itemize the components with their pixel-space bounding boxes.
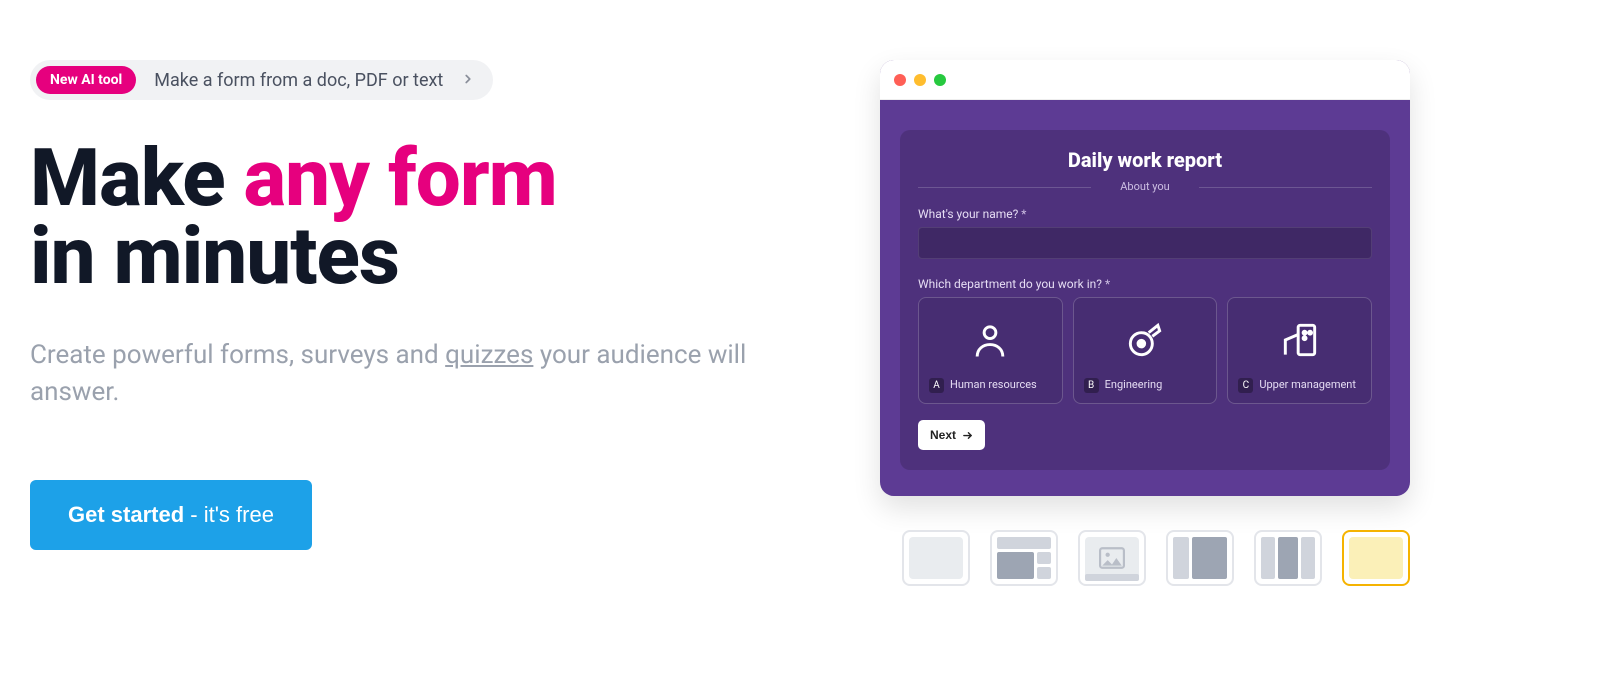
window-maximize-icon xyxy=(934,74,946,86)
option-key-a: A xyxy=(929,378,944,393)
option-key-c: C xyxy=(1238,378,1253,393)
option-c[interactable]: C Upper management xyxy=(1227,297,1372,404)
next-button[interactable]: Next xyxy=(918,420,985,450)
form-title: Daily work report xyxy=(918,148,1372,172)
option-b[interactable]: B Engineering xyxy=(1073,297,1218,404)
question-1-label: What's your name? xyxy=(918,207,1372,221)
template-thumb-1[interactable] xyxy=(902,530,970,586)
chevron-right-icon xyxy=(461,70,475,91)
option-label-a: Human resources xyxy=(950,378,1037,392)
template-thumb-5[interactable] xyxy=(1254,530,1322,586)
template-thumb-2[interactable] xyxy=(990,530,1058,586)
option-label-c: Upper management xyxy=(1259,378,1356,392)
asset-icon xyxy=(1084,312,1207,368)
question-2-label: Which department do you work in? xyxy=(918,277,1372,291)
form-preview-window: Daily work report About you What's your … xyxy=(880,60,1410,496)
quizzes-link[interactable]: quizzes xyxy=(445,340,533,370)
get-started-button[interactable]: Get started - it's free xyxy=(30,480,312,550)
announcement-text: Make a form from a doc, PDF or text xyxy=(154,70,443,91)
hero-headline: Make any form in minutes xyxy=(30,140,810,295)
template-thumb-4[interactable] xyxy=(1166,530,1234,586)
name-input[interactable] xyxy=(918,227,1372,259)
template-thumb-6[interactable] xyxy=(1342,530,1410,586)
hero-subtitle: Create powerful forms, surveys and quizz… xyxy=(30,337,810,410)
form-section-label: About you xyxy=(918,180,1372,193)
building-icon xyxy=(1238,312,1361,368)
person-icon xyxy=(929,312,1052,368)
window-minimize-icon xyxy=(914,74,926,86)
option-a[interactable]: A Human resources xyxy=(918,297,1063,404)
image-icon xyxy=(1085,537,1139,579)
window-close-icon xyxy=(894,74,906,86)
window-chrome xyxy=(880,60,1410,100)
announcement-bar[interactable]: New AI tool Make a form from a doc, PDF … xyxy=(30,60,493,100)
template-thumbnails xyxy=(902,530,1410,586)
option-label-b: Engineering xyxy=(1105,378,1163,392)
option-key-b: B xyxy=(1084,378,1099,393)
new-badge: New AI tool xyxy=(36,66,136,94)
template-thumb-3[interactable] xyxy=(1078,530,1146,586)
